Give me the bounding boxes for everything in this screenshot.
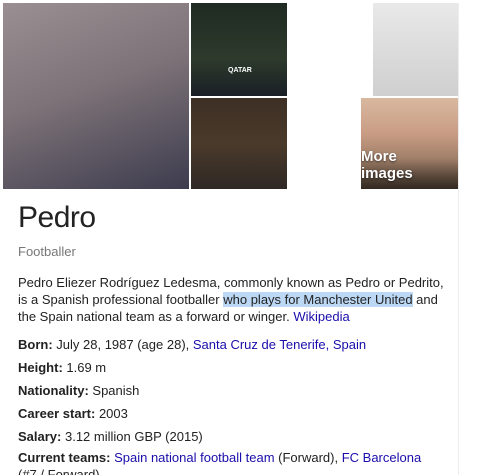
fact-value-tail: (#7 / Forward) <box>18 467 100 475</box>
team-link-spain[interactable]: Spain national football team <box>114 450 274 465</box>
knowledge-panel: QATAR unicef Qatar More images Pedro Foo… <box>3 3 459 475</box>
image-tile-7[interactable]: More images <box>361 98 458 189</box>
sponsor-text: Qatar <box>309 172 328 179</box>
fact-nationality: Nationality: Spanish <box>18 382 448 399</box>
fact-value: 3.12 million GBP (2015) <box>61 429 203 444</box>
fact-label: Career start: <box>18 406 96 421</box>
fact-value: 1.69 m <box>62 360 107 375</box>
wikipedia-link[interactable]: Wikipedia <box>293 309 349 324</box>
team-link-barcelona[interactable]: FC Barcelona <box>342 450 421 465</box>
fact-label: Nationality: <box>18 383 89 398</box>
image-tile-5[interactable] <box>191 98 287 189</box>
entity-subtitle: Footballer <box>18 244 76 259</box>
image-tile-6[interactable]: Qatar <box>289 98 359 189</box>
entity-description: Pedro Eliezer Rodríguez Ledesma, commonl… <box>18 274 448 325</box>
image-tile-main[interactable] <box>3 3 189 189</box>
fact-label: Current teams: <box>18 450 111 465</box>
description-highlight: who plays for Manchester United <box>223 292 413 307</box>
fact-value: July 28, 1987 (age 28), <box>52 337 193 352</box>
fact-value: Spanish <box>88 383 140 398</box>
image-tile-2[interactable]: QATAR <box>191 3 287 96</box>
sponsor-text: QATAR <box>228 67 252 74</box>
image-tile-4[interactable] <box>373 3 458 96</box>
more-images-link[interactable]: More images <box>361 148 452 182</box>
fact-label: Salary: <box>18 429 62 444</box>
fact-label: Born: <box>18 337 53 352</box>
fact-salary: Salary: 3.12 million GBP (2015) <box>18 428 448 445</box>
fact-value: (Forward), <box>274 450 342 465</box>
image-tile-3[interactable]: unicef <box>289 3 371 96</box>
entity-title: Pedro <box>18 201 96 234</box>
fact-born: Born: July 28, 1987 (age 28), Santa Cruz… <box>18 336 448 353</box>
fact-current-teams: Current teams: Spain national football t… <box>18 449 448 475</box>
birthplace-link[interactable]: Santa Cruz de Tenerife, Spain <box>193 337 366 352</box>
fact-label: Height: <box>18 360 63 375</box>
fact-height: Height: 1.69 m <box>18 359 448 376</box>
fact-career-start: Career start: 2003 <box>18 405 448 422</box>
fact-value: 2003 <box>95 406 128 421</box>
sponsor-text: unicef <box>307 83 331 92</box>
